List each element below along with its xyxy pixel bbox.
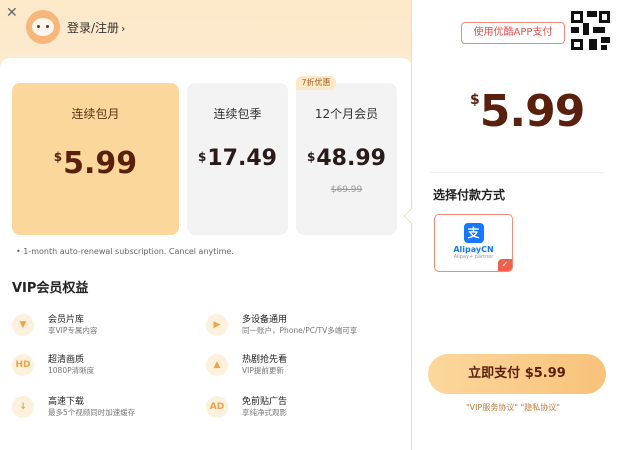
chevron-right-icon: › [121, 22, 126, 35]
alipay-option[interactable]: 支 AlipayCN Alipay+ partner ✓ [434, 214, 513, 272]
benefit-title: 会员片库 [48, 315, 85, 325]
app-pay-button[interactable]: 使用优酷APP支付 [461, 22, 565, 44]
benefit-item: ▶ 多设备通用 同一账户，Phone/PC/TV多端可享 [206, 312, 396, 344]
benefit-desc: 享纯净式观影 [242, 408, 287, 417]
divider [430, 172, 604, 173]
benefit-title: 热剧抢先看 [242, 355, 288, 365]
benefit-title: 超清画质 [48, 355, 85, 365]
checkout-price: $5.99 [470, 86, 585, 137]
login-label: 登录/注册 [67, 21, 120, 35]
benefit-desc: 最多5个视频同时加速缓存 [48, 408, 136, 417]
payment-method-title: 选择付款方式 [433, 188, 506, 202]
alipay-icon: 支 [463, 223, 484, 243]
benefit-item: AD 免前贴广告 享纯净式观影 [206, 394, 396, 426]
discount-badge: 7折优惠 [296, 76, 336, 90]
benefits-title: VIP会员权益 [12, 281, 89, 296]
pay-now-button[interactable]: 立即支付 $5.99 [428, 354, 606, 394]
plan-price: $5.99 [53, 146, 138, 181]
benefit-item: ▼ 会员片库 享VIP专属内容 [12, 312, 202, 344]
plan-price: $17.49 [198, 146, 277, 171]
login-link[interactable]: 登录/注册 › [67, 19, 125, 36]
subscription-note: • 1-month auto-renewal subscription. Can… [16, 247, 234, 256]
close-icon[interactable]: ✕ [6, 5, 18, 21]
plan-card-quarterly[interactable]: 连续包季 $17.49 [187, 83, 288, 235]
benefit-desc: 享VIP专属内容 [48, 326, 98, 335]
avatar-face-icon [32, 18, 54, 36]
early-access-icon: ▲ [206, 354, 228, 376]
benefit-desc: 同一账户，Phone/PC/TV多端可享 [242, 326, 358, 335]
benefit-item: ▲ 热剧抢先看 VIP提前更新 [206, 352, 396, 384]
plan-price: $48.99 [307, 146, 386, 171]
alipay-name: AlipayCN [453, 245, 494, 254]
hd-icon: HD [12, 354, 34, 376]
plan-name: 连续包季 [213, 107, 262, 121]
benefit-title: 免前贴广告 [242, 397, 288, 407]
benefit-item: HD 超清画质 1080P清晰度 [12, 352, 202, 384]
plan-name: 12个月会员 [314, 107, 379, 121]
plan-card-monthly[interactable]: 连续包月 $5.99 [12, 83, 179, 235]
download-icon: ↓ [12, 396, 34, 418]
checkmark-icon: ✓ [498, 259, 512, 271]
benefit-desc: 1080P清晰度 [48, 366, 95, 375]
plan-card-yearly[interactable]: 12个月会员 $48.99 $69.99 [296, 83, 397, 235]
avatar[interactable] [26, 10, 60, 44]
original-price: $69.99 [330, 185, 363, 195]
benefit-item: ↓ 高速下载 最多5个视频同时加速缓存 [12, 394, 202, 426]
qr-code-icon[interactable] [569, 9, 612, 52]
plan-name: 连续包月 [71, 107, 120, 121]
benefit-desc: VIP提前更新 [242, 366, 284, 375]
library-icon: ▼ [12, 314, 34, 336]
benefit-title: 多设备通用 [242, 315, 288, 325]
agreement-links[interactable]: "VIP服务协议" "隐私协议" [466, 402, 560, 413]
devices-icon: ▶ [206, 314, 228, 336]
benefit-title: 高速下载 [48, 397, 85, 407]
ad-free-icon: AD [206, 396, 228, 418]
